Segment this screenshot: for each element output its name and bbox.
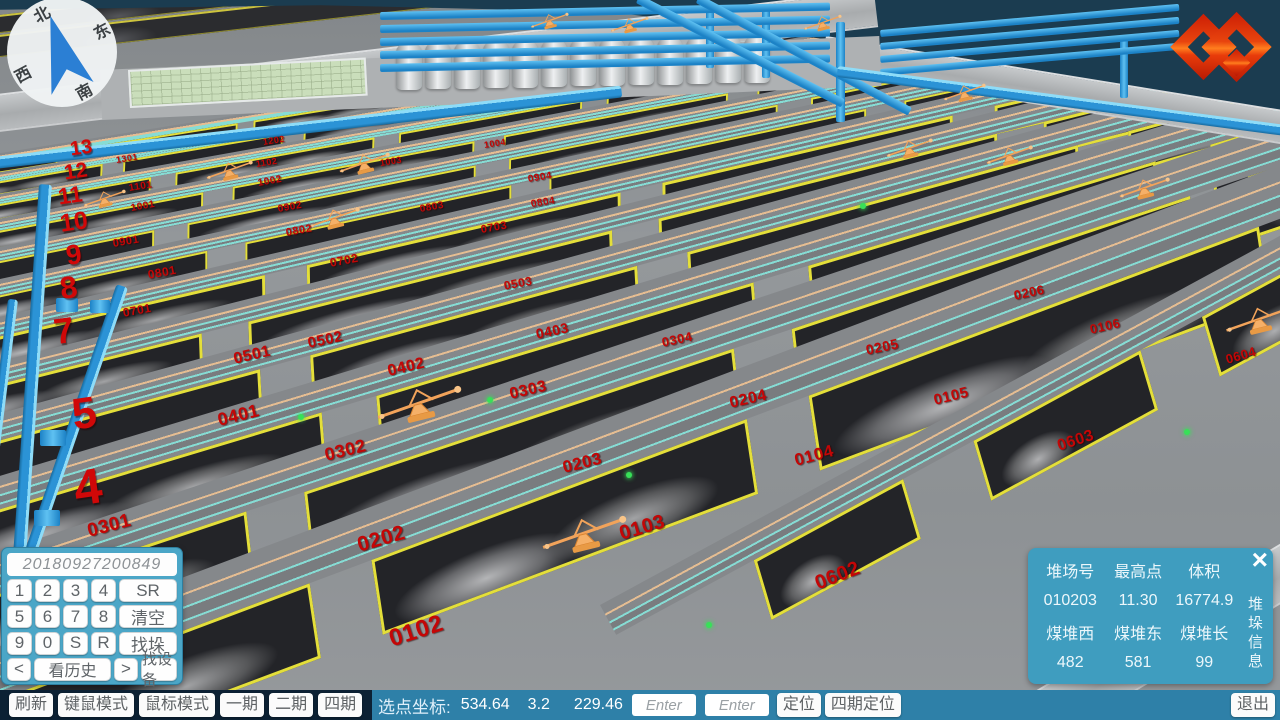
view-history-button[interactable]: 看历史 — [34, 658, 111, 681]
mouse-mode-button[interactable]: 鼠标模式 — [139, 693, 215, 717]
keymouse-mode-button[interactable]: 键鼠模式 — [58, 693, 134, 717]
history-prev-button[interactable]: < — [7, 658, 31, 681]
close-icon[interactable]: × — [1252, 546, 1268, 574]
info-header-pile-west: 煤堆西 — [1034, 620, 1107, 644]
key-1[interactable]: 1 — [7, 579, 32, 602]
status-dot-green — [706, 622, 712, 628]
phase4-button[interactable]: 四期 — [318, 693, 362, 717]
key-5[interactable]: 5 — [7, 605, 32, 628]
key-3[interactable]: 3 — [63, 579, 88, 602]
pile-info-side-label: 堆垛信息 — [1244, 596, 1265, 672]
keypad-panel: 20180927200849 1 2 3 4 SR 5 6 7 8 清空 9 0… — [1, 547, 183, 685]
key-6[interactable]: 6 — [35, 605, 60, 628]
find-device-button[interactable]: 找设备 — [141, 658, 177, 681]
refresh-button[interactable]: 刷新 — [9, 693, 53, 717]
coord-z-value: 229.46 — [574, 696, 623, 714]
pile-info-panel: × 堆场号 最高点 体积 010203 11.30 16774.9 煤堆西 煤堆… — [1028, 548, 1273, 684]
company-logo-icon — [1166, 6, 1272, 91]
coal-yard-3d-app: 1301120211011102100310041001100209010902… — [0, 0, 1280, 720]
info-header-yard-no: 堆场号 — [1034, 558, 1107, 582]
info-value-pile-east: 581 — [1107, 654, 1170, 672]
coord-x-value: 534.64 — [461, 696, 510, 714]
exit-button[interactable]: 退出 — [1231, 693, 1275, 717]
row-number: 9 — [64, 240, 83, 270]
key-9[interactable]: 9 — [7, 632, 32, 655]
toolbar-left-section: 刷新 键鼠模式 鼠标模式 一期 二期 四期 — [0, 690, 372, 720]
phase2-button[interactable]: 二期 — [269, 693, 313, 717]
key-r[interactable]: R — [91, 632, 116, 655]
clear-button[interactable]: 清空 — [119, 605, 177, 628]
row-number: 10 — [58, 208, 89, 237]
info-value-pile-west: 482 — [1034, 654, 1107, 672]
info-value-volume: 16774.9 — [1170, 592, 1239, 610]
info-header-pile-length: 煤堆长 — [1170, 620, 1239, 644]
locate-button[interactable]: 定位 — [777, 693, 821, 717]
info-header-highest-point: 最高点 — [1107, 558, 1170, 582]
history-next-button[interactable]: > — [114, 658, 138, 681]
pipe-junction-box — [40, 430, 66, 446]
row-number: 13 — [69, 137, 94, 160]
bottom-toolbar: 刷新 键鼠模式 鼠标模式 一期 二期 四期 选点坐标: 534.64 3.2 2… — [0, 690, 1280, 720]
info-value-pile-length: 99 — [1170, 654, 1239, 672]
status-dot-green — [487, 397, 493, 403]
info-value-yard-no: 010203 — [1034, 592, 1107, 610]
key-4[interactable]: 4 — [91, 579, 116, 602]
status-dot-green — [626, 472, 632, 478]
status-dot-green — [860, 203, 866, 209]
timestamp-input[interactable]: 20180927200849 — [7, 553, 177, 576]
status-dot-green — [298, 414, 304, 420]
info-header-volume: 体积 — [1170, 558, 1239, 582]
coord-y-value: 3.2 — [528, 696, 550, 714]
key-7[interactable]: 7 — [63, 605, 88, 628]
info-header-pile-east: 煤堆东 — [1107, 620, 1170, 644]
phase1-button[interactable]: 一期 — [220, 693, 264, 717]
key-s[interactable]: S — [63, 632, 88, 655]
row-number: 12 — [63, 159, 89, 183]
info-value-highest-point: 11.30 — [1107, 592, 1170, 610]
enter-input-1[interactable]: Enter — [632, 694, 696, 716]
selected-point-coords-label: 选点坐标: — [378, 693, 451, 718]
key-0[interactable]: 0 — [35, 632, 60, 655]
enter-input-2[interactable]: Enter — [705, 694, 769, 716]
status-dot-green — [1184, 429, 1190, 435]
pipe-junction-box — [34, 510, 60, 526]
pipe-junction-box — [90, 300, 110, 313]
key-2[interactable]: 2 — [35, 579, 60, 602]
compass[interactable]: 北 东 南 西 — [2, 0, 120, 115]
toolbar-right-section: 选点坐标: 534.64 3.2 229.46 Enter Enter 定位 四… — [372, 690, 1280, 720]
row-number: 11 — [57, 182, 84, 208]
key-8[interactable]: 8 — [91, 605, 116, 628]
key-sr[interactable]: SR — [119, 579, 177, 602]
phase4-locate-button[interactable]: 四期定位 — [825, 693, 901, 717]
